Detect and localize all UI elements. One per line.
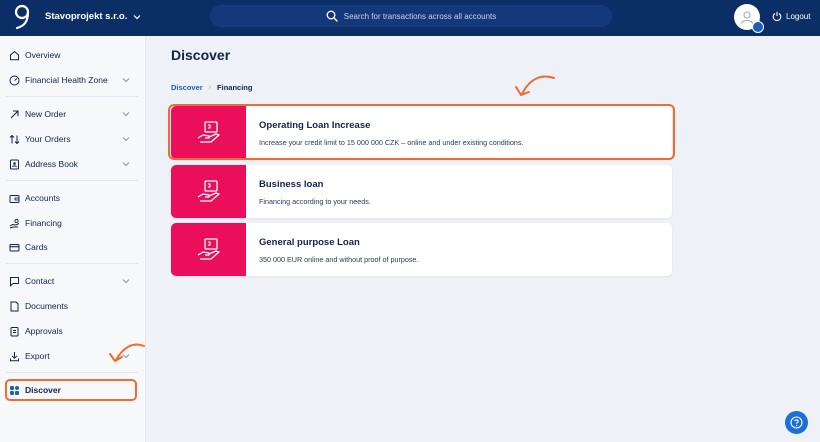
sidebar-item-financial-health-zone[interactable]: Financial Health Zone [0, 70, 146, 90]
transfer-arrows-icon [9, 134, 20, 145]
sidebar-item-label: Address Book [25, 159, 78, 169]
offer-title: General purpose Loan [259, 237, 360, 248]
sidebar-item-new-order[interactable]: New Order [0, 104, 146, 124]
breadcrumb-separator: › [208, 84, 212, 91]
sidebar-divider [6, 372, 138, 373]
sidebar-item-financing[interactable]: Financing [0, 213, 146, 233]
company-name: Stavoprojekt s.r.o. [45, 11, 128, 22]
avatar[interactable] [734, 4, 764, 33]
gauge-icon [9, 75, 20, 86]
annotation-arrow-icon [109, 343, 145, 362]
chevron-down-icon [122, 112, 130, 117]
sidebar-item-contact[interactable]: Contact [0, 271, 146, 291]
hand-coin-icon [9, 218, 20, 229]
sidebar-item-label: Overview [25, 50, 61, 60]
sidebar-divider [6, 96, 138, 97]
sidebar-item-label: Documents [25, 301, 68, 311]
sidebar-divider [6, 263, 138, 264]
chevron-down-icon [122, 78, 130, 83]
breadcrumb-link-discover[interactable]: Discover [171, 83, 203, 92]
chevron-down-icon [122, 162, 130, 167]
chevron-down-icon [122, 279, 130, 284]
breadcrumb-current: Financing [217, 83, 253, 92]
sidebar-item-label: Export [25, 351, 50, 361]
offer-card-business-loan[interactable]: Business loan Financing according to you… [171, 165, 672, 218]
sidebar-item-label: Contact [25, 276, 55, 286]
sidebar-divider [6, 180, 138, 181]
address-book-icon [9, 159, 20, 170]
offer-description: Financing according to your needs. [259, 197, 371, 206]
offer-card-general-purpose-loan[interactable]: General purpose Loan 350 000 EUR online … [171, 223, 672, 276]
offer-description: 350 000 EUR online and without proof of … [259, 255, 419, 264]
card-icon [9, 242, 20, 253]
sidebar-item-label: Financing [25, 218, 62, 228]
sidebar-item-label: Accounts [25, 193, 60, 203]
power-icon [772, 11, 782, 21]
clipboard-icon [9, 326, 20, 337]
company-switcher[interactable]: Stavoprojekt s.r.o. [45, 11, 141, 22]
hand-card-icon [197, 237, 220, 260]
home-icon [9, 50, 20, 61]
bank-logo-icon[interactable] [12, 4, 32, 30]
help-button[interactable] [785, 411, 808, 434]
download-icon [9, 351, 20, 362]
wallet-icon [9, 193, 20, 204]
sidebar-item-label: Financial Health Zone [25, 75, 108, 85]
user-icon [741, 11, 753, 24]
chevron-down-icon [133, 14, 141, 19]
search-input[interactable]: Search for transactions across all accou… [210, 5, 612, 27]
sidebar-item-label: Cards [25, 242, 48, 252]
offer-title: Business loan [259, 179, 324, 190]
search-placeholder: Search for transactions across all accou… [343, 11, 497, 21]
sidebar-item-label: Approvals [25, 326, 63, 336]
settings-badge-icon[interactable] [752, 21, 764, 33]
hand-card-icon [197, 179, 220, 202]
offer-highlight-box [168, 104, 675, 160]
chevron-down-icon [122, 137, 130, 142]
annotation-arrow-icon [515, 75, 555, 96]
question-icon [790, 416, 803, 429]
logout-label: Logout [786, 11, 811, 21]
sidebar-item-accounts[interactable]: Accounts [0, 188, 146, 208]
offer-thumbnail [171, 223, 246, 276]
sidebar-item-label: New Order [25, 109, 67, 119]
sidebar-item-address-book[interactable]: Address Book [0, 154, 146, 174]
logout-button[interactable]: Logout [772, 11, 810, 21]
sidebar-item-documents[interactable]: Documents [0, 296, 146, 316]
sidebar-item-your-orders[interactable]: Your Orders [0, 129, 146, 149]
arrow-up-right-icon [9, 109, 20, 120]
chat-icon [9, 276, 20, 287]
top-bar: Stavoprojekt s.r.o. Search for transacti… [0, 0, 820, 36]
discover-highlight-box [5, 379, 137, 401]
sidebar-item-overview[interactable]: Overview [0, 45, 146, 65]
sidebar-item-cards[interactable]: Cards [0, 237, 146, 257]
sidebar-item-label: Your Orders [25, 134, 71, 144]
breadcrumb: Discover › Financing [171, 83, 252, 92]
sidebar: Overview Financial Health Zone New Order… [0, 36, 146, 442]
search-icon [326, 10, 338, 22]
offer-thumbnail [171, 165, 246, 218]
page-title: Discover [171, 47, 231, 63]
document-icon [9, 301, 20, 312]
